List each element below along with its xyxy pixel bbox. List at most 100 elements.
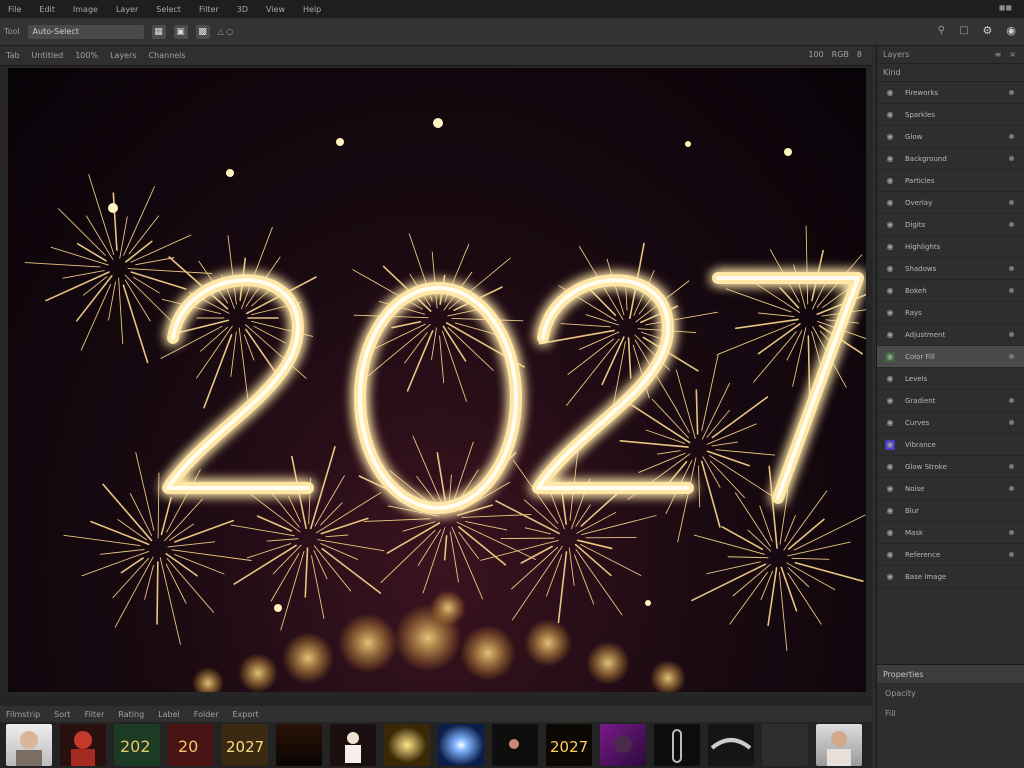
menu-view[interactable]: View (266, 5, 285, 14)
layer-visibility-icon[interactable]: ◉ (885, 418, 895, 428)
thumb-portrait-2[interactable] (816, 724, 862, 766)
layer-visibility-icon[interactable]: ◉ (885, 176, 895, 186)
layer-visibility-icon[interactable]: ◉ (885, 286, 895, 296)
layer-link-icon[interactable] (1009, 332, 1014, 337)
layer-row[interactable]: ◉ Base Image (877, 566, 1024, 588)
layer-row[interactable]: ◉ Glow (877, 126, 1024, 148)
layer-link-icon[interactable] (1009, 420, 1014, 425)
thumb-red-figure[interactable] (60, 724, 106, 766)
thumb-2027-green[interactable]: 202 (114, 724, 160, 766)
layer-link-icon[interactable] (1009, 354, 1014, 359)
filmstrip-label[interactable]: Filmstrip (6, 710, 40, 719)
menu-help[interactable]: Help (303, 5, 321, 14)
account-icon[interactable]: ◉ (1006, 24, 1016, 37)
properties-title[interactable]: Properties (877, 665, 1024, 683)
layer-row[interactable]: ◉ Shadows (877, 258, 1024, 280)
layer-link-icon[interactable] (1009, 156, 1014, 161)
layer-visibility-icon[interactable]: ◉ (885, 132, 895, 142)
menu-file[interactable]: File (8, 5, 21, 14)
color-mode[interactable]: RGB (832, 50, 849, 59)
layer-filter-row[interactable]: Kind (877, 64, 1024, 82)
layer-visibility-icon[interactable]: ◉ (885, 308, 895, 318)
layer-row[interactable]: ◉ Levels (877, 368, 1024, 390)
rating-button[interactable]: Rating (118, 710, 144, 719)
layer-row[interactable]: ◉ Rays (877, 302, 1024, 324)
layer-visibility-icon[interactable]: ◉ (885, 242, 895, 252)
sort-button[interactable]: Sort (54, 710, 70, 719)
thumb-portrait-1[interactable] (6, 724, 52, 766)
opacity-row[interactable]: Opacity (877, 683, 1024, 703)
thumb-purple[interactable] (600, 724, 646, 766)
layer-visibility-icon[interactable]: ◉ (885, 220, 895, 230)
auto-select-field[interactable]: Auto-Select (27, 24, 144, 39)
layer-row[interactable]: ◉ Highlights (877, 236, 1024, 258)
layer-row[interactable]: ◉ Vibrance (877, 434, 1024, 456)
layer-visibility-icon[interactable]: ◉ (885, 264, 895, 274)
layer-row[interactable]: ◉ Particles (877, 170, 1024, 192)
layer-row[interactable]: ◉ Color Fill (877, 346, 1024, 368)
menu-select[interactable]: Select (156, 5, 181, 14)
layer-row[interactable]: ◉ Gradient (877, 390, 1024, 412)
layer-row[interactable]: ◉ Curves (877, 412, 1024, 434)
thumb-2027-gold[interactable]: 2027 (222, 724, 268, 766)
layer-visibility-icon[interactable]: ◉ (885, 198, 895, 208)
filter-button[interactable]: Filter (85, 710, 105, 719)
folder-button[interactable]: Folder (194, 710, 219, 719)
thumb-small-object[interactable] (492, 724, 538, 766)
layer-visibility-icon[interactable]: ◉ (885, 439, 895, 450)
menu-3d[interactable]: 3D (237, 5, 248, 14)
layer-row[interactable]: ◉ Blur (877, 500, 1024, 522)
search-icon[interactable]: ⚲ (938, 25, 945, 36)
tab-icon[interactable]: Tab (6, 51, 20, 60)
layer-link-icon[interactable] (1009, 90, 1014, 95)
document-tab[interactable]: Untitled (32, 51, 64, 60)
layer-link-icon[interactable] (1009, 486, 1014, 491)
menu-filter[interactable]: Filter (199, 5, 219, 14)
layer-link-icon[interactable] (1009, 200, 1014, 205)
export-button[interactable]: Export (233, 710, 259, 719)
layer-link-icon[interactable] (1009, 552, 1014, 557)
image-canvas[interactable] (8, 68, 866, 692)
menu-edit[interactable]: Edit (39, 5, 55, 14)
layer-visibility-icon[interactable]: ◉ (885, 88, 895, 98)
thumb-2027-black[interactable]: 2027 (546, 724, 592, 766)
zoom-value[interactable]: 100 (808, 50, 823, 59)
share-icon[interactable]: □ (959, 25, 968, 36)
zoom-label[interactable]: 100% (75, 51, 98, 60)
layer-link-icon[interactable] (1009, 222, 1014, 227)
layer-link-icon[interactable] (1009, 398, 1014, 403)
layer-link-icon[interactable] (1009, 464, 1014, 469)
layer-visibility-icon[interactable]: ◉ (885, 374, 895, 384)
layer-visibility-icon[interactable]: ◉ (885, 550, 895, 560)
layers-panel-title[interactable]: Layers (883, 50, 909, 59)
tab-channels[interactable]: Channels (149, 51, 186, 60)
layer-visibility-icon[interactable]: ◉ (885, 396, 895, 406)
layer-row[interactable]: ◉ Overlay (877, 192, 1024, 214)
bit-depth[interactable]: 8 (857, 50, 862, 59)
layer-row[interactable]: ◉ Noise (877, 478, 1024, 500)
thumb-figure-white[interactable] (330, 724, 376, 766)
layer-visibility-icon[interactable]: ◉ (885, 351, 895, 362)
label-button[interactable]: Label (158, 710, 180, 719)
layer-visibility-icon[interactable]: ◉ (885, 462, 895, 472)
layer-row[interactable]: ◉ Fireworks (877, 82, 1024, 104)
arrange-icon[interactable]: △ ○ (218, 27, 234, 36)
layer-row[interactable]: ◉ Mask (877, 522, 1024, 544)
layer-link-icon[interactable] (1009, 530, 1014, 535)
layer-visibility-icon[interactable]: ◉ (885, 506, 895, 516)
window-controls-icon[interactable]: ◼◼ (999, 3, 1012, 12)
transform-button[interactable]: ▣ (173, 24, 188, 39)
thumb-2027-red[interactable]: 20 (168, 724, 214, 766)
thumb-sparkle[interactable] (384, 724, 430, 766)
panel-menu-icon[interactable]: ≡ (995, 50, 1002, 59)
align-button[interactable]: ▦ (151, 24, 166, 39)
layer-visibility-icon[interactable]: ◉ (885, 528, 895, 538)
panel-close-icon[interactable]: × (1009, 50, 1016, 59)
distribute-button[interactable]: ▩ (195, 24, 210, 39)
layer-link-icon[interactable] (1009, 134, 1014, 139)
layer-row[interactable]: ◉ Sparkles (877, 104, 1024, 126)
layer-visibility-icon[interactable]: ◉ (885, 154, 895, 164)
thumb-chain[interactable] (654, 724, 700, 766)
layer-row[interactable]: ◉ Bokeh (877, 280, 1024, 302)
tab-layers[interactable]: Layers (110, 51, 136, 60)
